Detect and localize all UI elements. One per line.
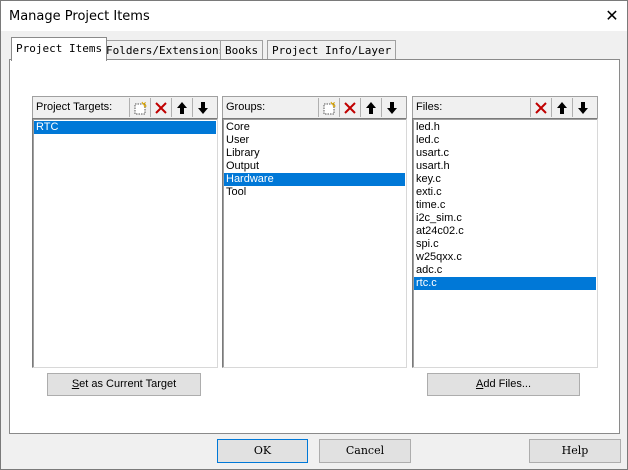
list-item[interactable]: led.c bbox=[414, 134, 596, 147]
tab-label: Folders/Extensions bbox=[106, 44, 226, 57]
list-item[interactable]: i2c_sim.c bbox=[414, 212, 596, 225]
cancel-button[interactable]: Cancel bbox=[319, 439, 411, 463]
move-up-icon bbox=[176, 101, 187, 114]
move-up-icon bbox=[365, 101, 376, 114]
delete-icon bbox=[343, 101, 356, 114]
groups-header: Groups: bbox=[222, 96, 407, 118]
list-item[interactable]: Core bbox=[224, 121, 405, 134]
dialog-window: Manage Project Items ✕ Project Items Fol… bbox=[0, 0, 628, 470]
tab-label: Project Info/Layer bbox=[272, 44, 392, 57]
move-down-icon bbox=[386, 101, 397, 114]
tab-project-items[interactable]: Project Items bbox=[11, 37, 108, 61]
list-item[interactable]: time.c bbox=[414, 199, 596, 212]
tab-panel-project-items: Project Targets: RTC Groups: Core User L… bbox=[9, 59, 620, 434]
list-item[interactable]: exti.c bbox=[414, 186, 596, 199]
groups-label: Groups: bbox=[226, 101, 266, 113]
delete-icon bbox=[154, 101, 167, 114]
list-item[interactable]: led.h bbox=[414, 121, 596, 134]
list-item[interactable]: Hardware bbox=[224, 173, 405, 186]
add-files-text: dd Files... bbox=[483, 378, 532, 390]
delete-group-button[interactable] bbox=[339, 98, 359, 117]
list-item[interactable]: User bbox=[224, 134, 405, 147]
list-item[interactable]: key.c bbox=[414, 173, 596, 186]
tab-folders-extensions[interactable]: Folders/Extensions bbox=[101, 40, 231, 60]
move-file-up-button[interactable] bbox=[551, 98, 571, 117]
title-bar: Manage Project Items ✕ bbox=[1, 1, 627, 31]
list-item[interactable]: usart.h bbox=[414, 160, 596, 173]
list-item[interactable]: at24c02.c bbox=[414, 225, 596, 238]
set-current-target-button[interactable]: Set as Current Target bbox=[47, 373, 201, 396]
move-down-icon bbox=[197, 101, 208, 114]
list-item[interactable]: usart.c bbox=[414, 147, 596, 160]
new-group-button[interactable] bbox=[318, 98, 338, 117]
close-icon[interactable]: ✕ bbox=[599, 5, 625, 27]
list-item[interactable]: Output bbox=[224, 160, 405, 173]
move-up-icon bbox=[556, 101, 567, 114]
add-files-button[interactable]: Add Files... bbox=[427, 373, 580, 396]
tab-label: Books bbox=[225, 44, 259, 57]
delete-target-button[interactable] bbox=[150, 98, 170, 117]
new-icon bbox=[134, 101, 147, 114]
files-panel: Files: led.h led.c usart.c usart.h key.c exti… bbox=[412, 96, 598, 368]
list-item[interactable]: spi.c bbox=[414, 238, 596, 251]
project-targets-label: Project Targets: bbox=[36, 101, 113, 113]
project-targets-panel: Project Targets: RTC bbox=[32, 96, 218, 368]
list-item[interactable]: Tool bbox=[224, 186, 405, 199]
help-button[interactable]: Help bbox=[529, 439, 621, 463]
move-target-down-button[interactable] bbox=[192, 98, 212, 117]
move-down-icon bbox=[577, 101, 588, 114]
tab-project-info-layer[interactable]: Project Info/Layer bbox=[267, 40, 397, 60]
delete-file-button[interactable] bbox=[530, 98, 550, 117]
project-targets-list[interactable]: RTC bbox=[32, 118, 218, 368]
new-icon bbox=[323, 101, 336, 114]
move-target-up-button[interactable] bbox=[171, 98, 191, 117]
set-target-text: et as Current Target bbox=[79, 378, 177, 390]
groups-list[interactable]: Core User Library Output Hardware Tool bbox=[222, 118, 407, 368]
files-list[interactable]: led.h led.c usart.c usart.h key.c exti.c time.… bbox=[412, 118, 598, 368]
list-item[interactable]: adc.c bbox=[414, 264, 596, 277]
tab-label: Project Items bbox=[16, 42, 103, 55]
files-label: Files: bbox=[416, 101, 443, 113]
project-targets-header: Project Targets: bbox=[32, 96, 218, 118]
delete-icon bbox=[534, 101, 547, 114]
list-item[interactable]: Library bbox=[224, 147, 405, 160]
new-target-button[interactable] bbox=[129, 98, 149, 117]
move-group-down-button[interactable] bbox=[381, 98, 401, 117]
ok-button[interactable]: OK bbox=[217, 439, 308, 463]
move-group-up-button[interactable] bbox=[360, 98, 380, 117]
files-header: Files: bbox=[412, 96, 598, 118]
tab-books[interactable]: Books bbox=[220, 40, 264, 60]
window-title: Manage Project Items bbox=[9, 9, 150, 24]
list-item[interactable]: RTC bbox=[34, 121, 216, 134]
list-item[interactable]: w25qxx.c bbox=[414, 251, 596, 264]
groups-panel: Groups: Core User Library Output Hardware Too… bbox=[222, 96, 407, 368]
list-item[interactable]: rtc.c bbox=[414, 277, 596, 290]
move-file-down-button[interactable] bbox=[572, 98, 592, 117]
